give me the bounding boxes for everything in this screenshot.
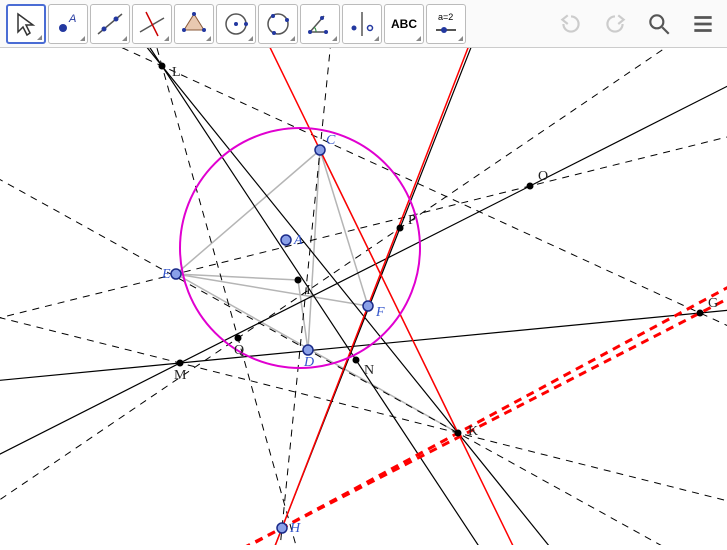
- label-N: N: [364, 363, 374, 378]
- label-E: E: [161, 267, 171, 282]
- red-CK[interactable]: [0, 48, 727, 545]
- slider-tool-label: a=2: [438, 12, 453, 22]
- dash-LG[interactable]: [0, 48, 727, 545]
- point-O[interactable]: [527, 183, 534, 190]
- label-H: H: [289, 521, 301, 536]
- point-N[interactable]: [353, 357, 360, 364]
- label-F: F: [375, 305, 385, 320]
- label-A: A: [293, 233, 303, 248]
- svg-text:A: A: [68, 13, 76, 25]
- point-Q[interactable]: [235, 335, 242, 342]
- slider-tool[interactable]: a=2: [426, 4, 466, 44]
- line-PH[interactable]: [0, 48, 727, 545]
- circle-3-point-tool[interactable]: [258, 4, 298, 44]
- point-I[interactable]: [295, 277, 302, 284]
- line-tool[interactable]: [90, 4, 130, 44]
- point-G[interactable]: [697, 310, 704, 317]
- toolbar: A ABC a=2: [0, 0, 727, 48]
- circle-center-point-tool[interactable]: [216, 4, 256, 44]
- point-F[interactable]: [363, 301, 373, 311]
- label-C: C: [326, 133, 336, 148]
- red-dash-HG[interactable]: [0, 48, 727, 545]
- redo-button[interactable]: [597, 6, 633, 42]
- line-OM[interactable]: [0, 48, 727, 545]
- point-C[interactable]: [315, 145, 325, 155]
- dash-PQ[interactable]: [0, 48, 727, 545]
- label-L: L: [172, 65, 181, 80]
- point-H[interactable]: [277, 523, 287, 533]
- point-D[interactable]: [303, 345, 313, 355]
- label-Q: Q: [234, 343, 244, 358]
- circle-main[interactable]: [180, 128, 420, 368]
- point-L[interactable]: [159, 63, 166, 70]
- line-LK[interactable]: [0, 48, 727, 545]
- point-P[interactable]: [397, 225, 404, 232]
- label-O: O: [538, 169, 548, 184]
- label-G: G: [708, 296, 718, 311]
- point-E[interactable]: [171, 269, 181, 279]
- label-I: I: [306, 283, 311, 298]
- undo-button[interactable]: [553, 6, 589, 42]
- dash-DK[interactable]: [0, 48, 727, 545]
- angle-tool[interactable]: [300, 4, 340, 44]
- menu-button[interactable]: [685, 6, 721, 42]
- label-M: M: [174, 368, 187, 383]
- label-P: P: [408, 213, 416, 228]
- label-D: D: [303, 355, 314, 370]
- reflect-tool[interactable]: [342, 4, 382, 44]
- label-K: K: [468, 424, 478, 439]
- point-tool[interactable]: A: [48, 4, 88, 44]
- line-LN[interactable]: [0, 48, 727, 545]
- text-tool-label: ABC: [391, 17, 417, 31]
- dash-MK[interactable]: [0, 48, 727, 545]
- dash-QL[interactable]: [0, 48, 642, 545]
- text-tool[interactable]: ABC: [384, 4, 424, 44]
- point-K[interactable]: [455, 430, 462, 437]
- point-A[interactable]: [281, 235, 291, 245]
- move-tool[interactable]: [6, 4, 46, 44]
- point-M[interactable]: [177, 360, 184, 367]
- perpendicular-line-tool[interactable]: [132, 4, 172, 44]
- red-FH-ext[interactable]: [0, 48, 727, 545]
- polygon-tool[interactable]: [174, 4, 214, 44]
- dash-EO[interactable]: [0, 48, 727, 545]
- geometry-canvas[interactable]: A C D E F G H I K L M N O P Q: [0, 48, 727, 545]
- search-button[interactable]: [641, 6, 677, 42]
- seg-CE[interactable]: [176, 150, 320, 274]
- toolbar-right: [553, 6, 721, 42]
- red-dash-HK[interactable]: [0, 48, 727, 545]
